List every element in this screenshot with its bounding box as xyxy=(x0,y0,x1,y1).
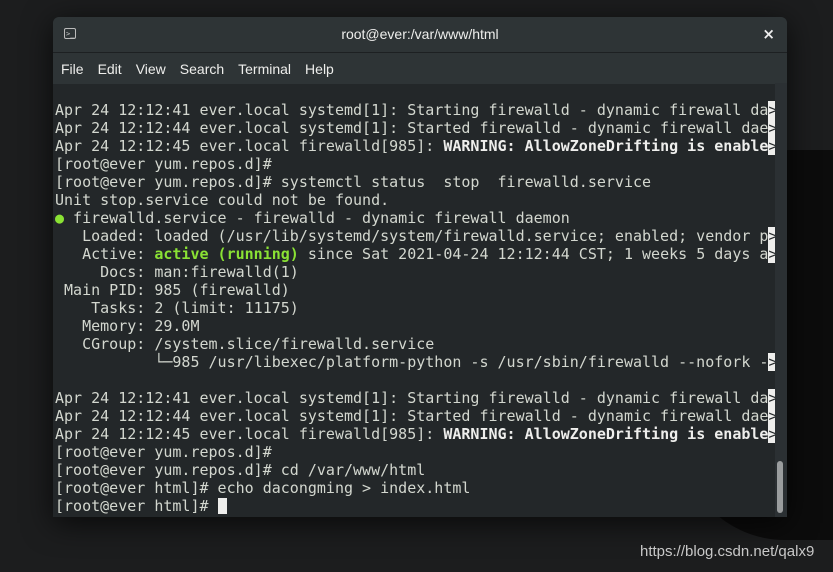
terminal-text: [root@ever html]# echo dacongming > inde… xyxy=(55,479,471,497)
watermark: https://blog.csdn.net/qalx9 xyxy=(640,543,815,560)
window-title: root@ever:/var/www/html xyxy=(341,26,499,42)
terminal-text: CGroup: /system.slice/firewalld.service xyxy=(55,335,435,353)
terminal-line: [root@ever html]# echo dacongming > inde… xyxy=(55,479,777,497)
terminal-line: [root@ever yum.repos.d]# xyxy=(55,443,777,461)
menu-edit[interactable]: Edit xyxy=(98,61,122,77)
menu-terminal[interactable]: Terminal xyxy=(238,61,291,77)
terminal-output[interactable]: Apr 24 12:12:41 ever.local systemd[1]: S… xyxy=(53,83,778,517)
terminal-text: Apr 24 12:12:41 ever.local systemd[1]: S… xyxy=(55,101,769,119)
close-button[interactable]: × xyxy=(762,25,775,43)
terminal-line: Memory: 29.0M xyxy=(55,317,777,335)
terminal-line: [root@ever yum.repos.d]# cd /var/www/htm… xyxy=(55,461,777,479)
terminal-text: since Sat 2021-04-24 12:12:44 CST; 1 wee… xyxy=(298,245,769,263)
menu-help[interactable]: Help xyxy=(305,61,334,77)
terminal-line: Apr 24 12:12:41 ever.local systemd[1]: S… xyxy=(55,101,778,119)
menu-search[interactable]: Search xyxy=(180,61,224,77)
text-cursor xyxy=(217,498,227,514)
terminal-line: Main PID: 985 (firewalld) xyxy=(55,281,777,299)
status-dot-icon: ● xyxy=(55,209,65,227)
terminal-line: Loaded: loaded (/usr/lib/systemd/system/… xyxy=(55,227,778,245)
terminal-line: ● firewalld.service - firewalld - dynami… xyxy=(55,209,777,227)
terminal-line: Active: active (running) since Sat 2021-… xyxy=(55,245,778,263)
scrollbar-thumb[interactable] xyxy=(777,461,783,513)
terminal-text: Tasks: 2 (limit: 11175) xyxy=(55,299,299,317)
terminal-line: Apr 24 12:12:44 ever.local systemd[1]: S… xyxy=(55,119,778,137)
terminal-text: Apr 24 12:12:45 ever.local firewalld[985… xyxy=(55,137,444,155)
terminal-text: Apr 24 12:12:44 ever.local systemd[1]: S… xyxy=(55,407,769,425)
terminal-text: Active: xyxy=(55,245,155,263)
terminal-text: Unit stop.service could not be found. xyxy=(55,191,390,209)
terminal-text: Memory: 29.0M xyxy=(55,317,200,335)
terminal-line: [root@ever yum.repos.d]# xyxy=(55,155,777,173)
terminal-line: CGroup: /system.slice/firewalld.service xyxy=(55,335,777,353)
terminal-text: WARNING: AllowZoneDrifting is enable xyxy=(443,137,769,155)
terminal-text: Apr 24 12:12:45 ever.local firewalld[985… xyxy=(55,425,444,443)
terminal-text: [root@ever html]# xyxy=(55,497,218,515)
terminal-text: [root@ever yum.repos.d]# systemctl statu… xyxy=(55,173,652,191)
terminal-line: [root@ever html]# xyxy=(55,497,777,515)
terminal-line: Unit stop.service could not be found. xyxy=(55,191,777,209)
terminal-window: >_ root@ever:/var/www/html × File Edit V… xyxy=(53,17,787,517)
terminal-text: Apr 24 12:12:44 ever.local systemd[1]: S… xyxy=(55,119,769,137)
terminal-text: Loaded: loaded (/usr/lib/systemd/system/… xyxy=(55,227,769,245)
scrollbar[interactable] xyxy=(775,83,787,517)
terminal-text: [root@ever yum.repos.d]# xyxy=(55,443,272,461)
terminal-text: Apr 24 12:12:41 ever.local systemd[1]: S… xyxy=(55,389,769,407)
terminal-line: Apr 24 12:12:45 ever.local firewalld[985… xyxy=(55,137,778,155)
terminal-line: Apr 24 12:12:41 ever.local systemd[1]: S… xyxy=(55,389,778,407)
terminal-line: Tasks: 2 (limit: 11175) xyxy=(55,299,777,317)
terminal-text: firewalld.service - firewalld - dynamic … xyxy=(64,209,570,227)
menu-view[interactable]: View xyxy=(136,61,166,77)
menu-file[interactable]: File xyxy=(61,61,84,77)
terminal-line: [root@ever yum.repos.d]# systemctl statu… xyxy=(55,173,777,191)
terminal-text: [root@ever yum.repos.d]# cd /var/www/htm… xyxy=(55,461,426,479)
terminal-text: Docs: man:firewalld(1) xyxy=(55,263,299,281)
terminal-line: Apr 24 12:12:44 ever.local systemd[1]: S… xyxy=(55,407,778,425)
terminal-text: WARNING: AllowZoneDrifting is enable xyxy=(443,425,769,443)
terminal-line: └─985 /usr/libexec/platform-python -s /u… xyxy=(55,353,778,371)
title-bar[interactable]: >_ root@ever:/var/www/html × xyxy=(53,17,787,53)
terminal-text: Main PID: 985 (firewalld) xyxy=(55,281,290,299)
terminal-line: Apr 24 12:12:45 ever.local firewalld[985… xyxy=(55,425,778,443)
terminal-text: [root@ever yum.repos.d]# xyxy=(55,155,272,173)
terminal-line: Docs: man:firewalld(1) xyxy=(55,263,777,281)
terminal-text: └─985 /usr/libexec/platform-python -s /u… xyxy=(55,353,769,371)
menu-bar: File Edit View Search Terminal Help xyxy=(53,53,787,84)
terminal-text: active (running) xyxy=(154,245,299,263)
